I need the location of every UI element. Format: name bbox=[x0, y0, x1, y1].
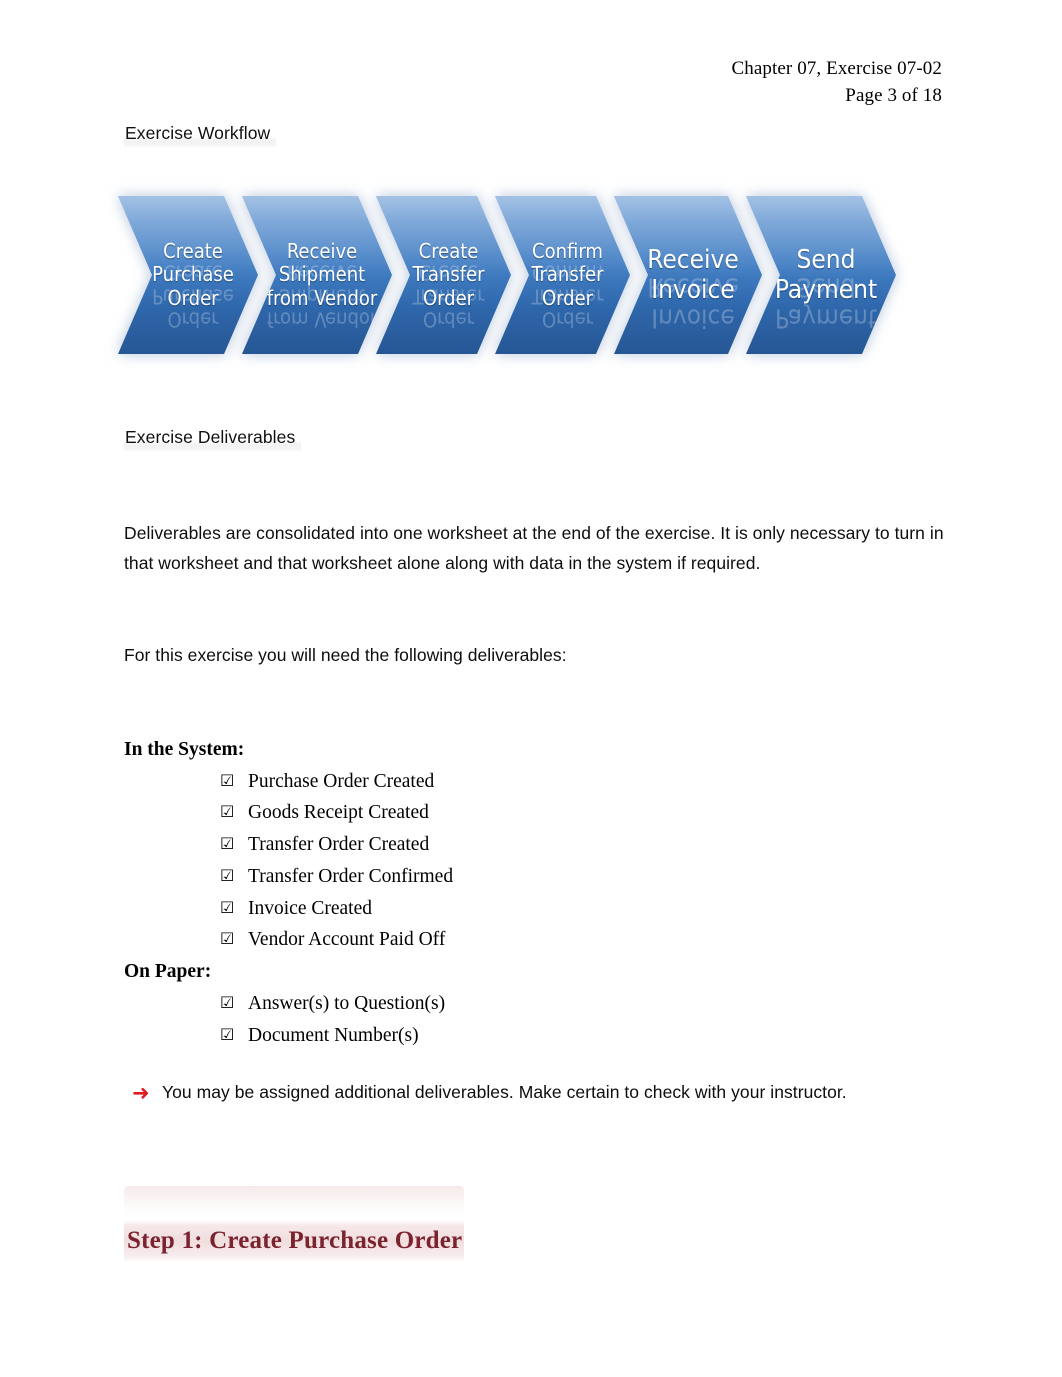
deliverable-item-label: Goods Receipt Created bbox=[248, 802, 429, 824]
deliverable-item[interactable]: ☑ Vendor Account Paid Off bbox=[220, 924, 824, 956]
instructor-note-text: You may be assigned additional deliverab… bbox=[162, 1082, 847, 1102]
workflow-step-label-line: Send bbox=[797, 245, 856, 275]
deliverable-item[interactable]: ☑ Answer(s) to Question(s) bbox=[220, 988, 824, 1020]
workflow-step-label: CreateTransferOrder bbox=[376, 196, 511, 354]
document-page: Chapter 07, Exercise 07-02 Page 3 of 18 … bbox=[0, 0, 1062, 1377]
deliverables-group-title: In the System: bbox=[124, 739, 245, 760]
deliverables-list: In the System: ☑ Purchase Order Created ☑ Go… bbox=[124, 734, 824, 1051]
checkbox-checked-icon[interactable]: ☑ bbox=[220, 804, 248, 820]
workflow-step-label-line: Order bbox=[423, 286, 474, 310]
section-heading-exercise-deliverables: Exercise Deliverables bbox=[124, 425, 302, 452]
workflow-step-label-line: Receive bbox=[287, 239, 357, 263]
deliverable-item-label: Transfer Order Confirmed bbox=[248, 865, 454, 887]
workflow-step-label-line: Transfer bbox=[531, 262, 603, 286]
workflow-step-label-line: Payment bbox=[775, 275, 877, 305]
deliverable-item[interactable]: ☑ Purchase Order Created bbox=[220, 766, 824, 798]
header-chapter-exercise: Chapter 07, Exercise 07-02 bbox=[731, 58, 942, 79]
workflow-step-label-line: Create bbox=[163, 239, 223, 263]
step-heading-block: Step 1: Create Purchase Order bbox=[124, 1186, 464, 1262]
paragraph-for-this-exercise: For this exercise you will need the foll… bbox=[124, 645, 567, 665]
workflow-step-label-line: Create bbox=[419, 239, 479, 263]
workflow-step-label-line: Transfer bbox=[412, 262, 484, 286]
step-heading-band: Step 1: Create Purchase Order bbox=[124, 1220, 464, 1262]
paragraph-deliverables-intro: Deliverables are consolidated into one w… bbox=[124, 523, 944, 574]
workflow-step-label: ReceiveInvoice bbox=[614, 196, 762, 354]
checkbox-checked-icon[interactable]: ☑ bbox=[220, 899, 248, 916]
checkbox-checked-icon[interactable]: ☑ bbox=[220, 867, 248, 884]
deliverable-item-label: Invoice Created bbox=[248, 897, 372, 919]
step-title: Step 1: Create Purchase Order bbox=[127, 1227, 463, 1254]
workflow-step-label-line: Invoice bbox=[651, 275, 735, 305]
workflow-step-6: SendPayment bbox=[746, 196, 896, 354]
workflow-step-label: CreatePurchaseOrder bbox=[118, 196, 258, 354]
deliverable-item[interactable]: ☑ Transfer Order Created bbox=[220, 829, 824, 861]
workflow-step-2: ReceiveShipmentfrom Vendor bbox=[242, 196, 392, 354]
workflow-step-label-line: Order bbox=[167, 286, 218, 310]
workflow-step-label-line: Receive bbox=[647, 245, 738, 275]
workflow-step-3: CreateTransferOrder bbox=[376, 196, 511, 354]
deliverable-item[interactable]: ☑ Transfer Order Confirmed bbox=[220, 861, 824, 893]
document-header: Chapter 07, Exercise 07-02 Page 3 of 18 bbox=[732, 56, 942, 110]
deliverable-item-label: Purchase Order Created bbox=[248, 770, 435, 792]
section-heading-exercise-workflow: Exercise Workflow bbox=[124, 121, 277, 148]
deliverable-item[interactable]: ☑ Goods Receipt Created bbox=[220, 797, 824, 829]
deliverable-item-label: Answer(s) to Question(s) bbox=[248, 992, 446, 1014]
header-page-number: Page 3 of 18 bbox=[845, 84, 942, 106]
workflow-step-label-line: Shipment bbox=[279, 262, 365, 286]
checkbox-checked-icon[interactable]: ☑ bbox=[220, 836, 248, 852]
step-heading-top-band bbox=[124, 1186, 464, 1220]
workflow-step-label-line: from Vendor bbox=[267, 286, 378, 310]
deliverables-group-title: On Paper: bbox=[124, 961, 212, 983]
deliverable-item-label: Document Number(s) bbox=[248, 1024, 419, 1046]
checkbox-checked-icon[interactable]: ☑ bbox=[220, 931, 248, 947]
checkbox-checked-icon[interactable]: ☑ bbox=[220, 994, 248, 1011]
deliverable-item-label: Transfer Order Created bbox=[248, 834, 430, 856]
workflow-step-1: CreatePurchaseOrder bbox=[118, 196, 258, 354]
checkbox-checked-icon[interactable]: ☑ bbox=[220, 1026, 248, 1043]
workflow-diagram: CreatePurchaseOrderReceiveShipmentfrom V… bbox=[118, 196, 958, 354]
deliverable-item-label: Vendor Account Paid Off bbox=[248, 929, 446, 951]
instructor-note: ➜ You may be assigned additional deliver… bbox=[132, 1081, 952, 1105]
workflow-step-label: ReceiveShipmentfrom Vendor bbox=[242, 196, 392, 354]
deliverable-item[interactable]: ☑ Invoice Created bbox=[220, 893, 824, 925]
deliverable-item[interactable]: ☑ Document Number(s) bbox=[220, 1020, 824, 1052]
workflow-step-label: SendPayment bbox=[746, 196, 896, 354]
workflow-step-4: ConfirmTransferOrder bbox=[495, 196, 630, 354]
workflow-step-label-line: Order bbox=[542, 286, 593, 310]
right-arrow-icon: ➜ bbox=[132, 1081, 150, 1105]
workflow-step-5: ReceiveInvoice bbox=[614, 196, 762, 354]
workflow-step-label-line: Confirm bbox=[532, 239, 603, 263]
workflow-step-label-line: Purchase bbox=[152, 262, 234, 286]
workflow-step-label: ConfirmTransferOrder bbox=[495, 196, 630, 354]
checkbox-checked-icon[interactable]: ☑ bbox=[220, 772, 248, 789]
